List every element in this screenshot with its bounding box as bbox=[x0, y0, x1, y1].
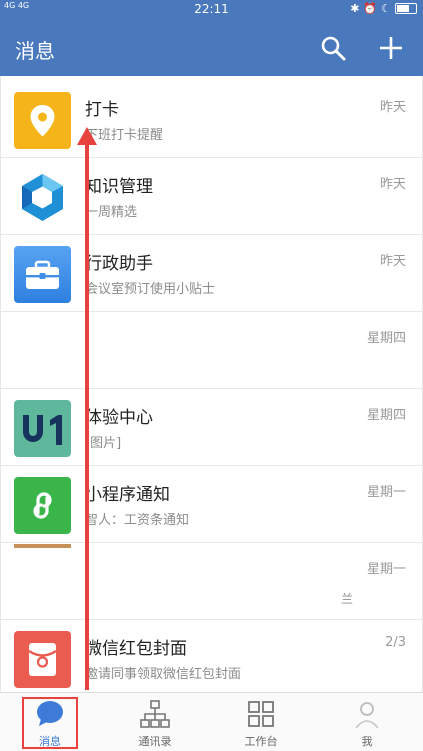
message-time: 昨天 bbox=[379, 100, 406, 115]
person-icon bbox=[355, 702, 379, 729]
message-item-mini-program[interactable]: 小程序通知 智人：工资条通知 星期一 bbox=[1, 467, 422, 543]
knowledge-hexagon-icon bbox=[14, 169, 71, 226]
message-preview: 智人：工资条通知 bbox=[85, 513, 190, 528]
tab-label: 我 bbox=[361, 735, 373, 748]
message-title: 行政助手 bbox=[85, 254, 153, 274]
bluetooth-icon: ✱ bbox=[350, 2, 360, 15]
moon-icon: ☾ bbox=[381, 2, 391, 15]
tab-label: 工作台 bbox=[244, 735, 278, 748]
message-preview: 会议室预订使用小贴士 bbox=[85, 282, 216, 297]
annotation-arrow-shaft bbox=[85, 140, 89, 690]
message-time: 2/3 bbox=[385, 635, 406, 650]
message-title: 小程序通知 bbox=[85, 485, 170, 505]
message-item-clock-in[interactable]: 打卡 下班打卡提醒 昨天 bbox=[1, 82, 422, 158]
message-item-red-envelope[interactable]: 微信红包封面 邀请同事领取微信红包封面 2/3 bbox=[1, 621, 422, 692]
annotation-arrow-head bbox=[77, 127, 97, 145]
message-preview: 一周精选 bbox=[85, 205, 138, 220]
message-preview: [图片] bbox=[85, 436, 122, 451]
message-time: 星期四 bbox=[366, 408, 406, 423]
tab-me[interactable]: 我 bbox=[327, 693, 407, 751]
plus-icon[interactable] bbox=[377, 34, 405, 62]
alarm-icon: ⏰ bbox=[363, 2, 378, 15]
message-item-admin-assistant[interactable]: 行政助手 会议室预订使用小贴士 昨天 bbox=[1, 236, 422, 312]
u1-logo-icon bbox=[14, 400, 71, 457]
avatar-fragment bbox=[14, 544, 71, 548]
message-time: 星期一 bbox=[366, 562, 406, 577]
message-title: 知识管理 bbox=[85, 177, 153, 197]
tab-contacts[interactable]: 通讯录 bbox=[115, 693, 195, 751]
message-title: 微信红包封面 bbox=[85, 639, 187, 659]
message-item-knowledge[interactable]: 知识管理 一周精选 昨天 bbox=[1, 159, 422, 235]
message-item-blank-1[interactable]: 星期四 bbox=[1, 313, 422, 389]
page-title: 消息 bbox=[15, 39, 55, 63]
message-time: 星期一 bbox=[366, 485, 406, 500]
annotation-highlight-box bbox=[22, 697, 78, 749]
app-header: 消息 bbox=[0, 19, 423, 76]
location-pin-icon bbox=[14, 92, 71, 149]
message-time: 星期四 bbox=[366, 331, 406, 346]
search-icon[interactable] bbox=[320, 35, 346, 61]
org-chart-icon bbox=[140, 700, 170, 728]
message-preview: 邀请同事领取微信红包封面 bbox=[85, 667, 242, 682]
mini-program-icon bbox=[14, 477, 71, 534]
status-bar: 4G 4G 22:11 ✱ ⏰ ☾ bbox=[0, 0, 423, 19]
battery-icon bbox=[395, 3, 417, 14]
message-title: 体验中心 bbox=[85, 408, 153, 428]
message-item-experience-center[interactable]: 体验中心 [图片] 星期四 bbox=[1, 390, 422, 466]
red-envelope-icon bbox=[14, 631, 71, 688]
message-title: 打卡 bbox=[85, 100, 119, 120]
message-item-blank-2[interactable]: 星期一 兰 bbox=[1, 544, 422, 620]
tab-label: 通讯录 bbox=[138, 735, 172, 748]
grid-icon bbox=[248, 701, 274, 727]
tab-workbench[interactable]: 工作台 bbox=[221, 693, 301, 751]
message-extra-text: 兰 bbox=[341, 592, 354, 606]
message-time: 昨天 bbox=[379, 254, 406, 269]
briefcase-icon bbox=[14, 246, 71, 303]
message-list[interactable]: 打卡 下班打卡提醒 昨天 知识管理 一周精选 昨天 行政助手 会议室预订使用小贴… bbox=[0, 76, 423, 692]
message-time: 昨天 bbox=[379, 177, 406, 192]
